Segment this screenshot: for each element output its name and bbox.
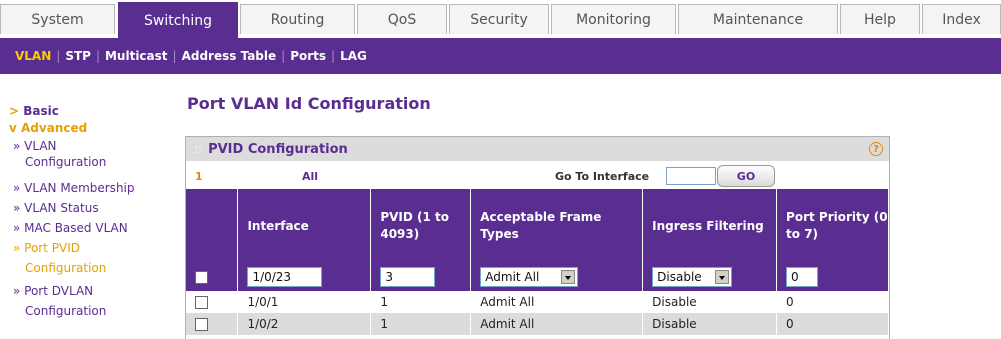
go-to-interface-label: Go To Interface xyxy=(555,170,650,183)
ingress-filtering-column-header: Ingress Filtering xyxy=(642,189,778,263)
dropdown-arrow-icon[interactable] xyxy=(715,270,730,284)
pvid-table: Interface PVID (1 to 4093) Acceptable Fr… xyxy=(186,189,889,335)
frame-types-value: Admit All xyxy=(485,270,540,284)
row-checkbox[interactable] xyxy=(195,318,208,331)
tab-maintenance[interactable]: Maintenance xyxy=(678,4,838,34)
sidebar-item-label: » Port DVLAN xyxy=(13,284,94,298)
pvid-cell: 1 xyxy=(370,313,472,335)
all-link[interactable]: All xyxy=(302,170,318,183)
row-select-cell xyxy=(186,291,239,313)
row-checkbox[interactable] xyxy=(195,296,208,309)
edit-row-select-cell xyxy=(186,263,239,291)
edit-row-priority-cell xyxy=(776,263,889,291)
sidebar-advanced[interactable]: v Advanced xyxy=(9,121,87,135)
interface-cell: 1/0/1 xyxy=(237,291,372,313)
ingress-filtering-select[interactable]: Disable xyxy=(652,267,733,287)
edit-row: Admit All Disable xyxy=(186,263,889,291)
port-priority-input[interactable] xyxy=(786,267,819,287)
ingress-filtering-value: Disable xyxy=(657,270,702,284)
port-priority-cell: 0 xyxy=(776,313,889,335)
interface-cell: 1/0/2 xyxy=(237,313,372,335)
pvid-cell: 1 xyxy=(370,291,472,313)
tab-index[interactable]: Index xyxy=(922,4,1001,34)
row-select-cell xyxy=(186,313,239,335)
sidebar-item-label-cont: Configuration xyxy=(25,261,107,275)
subnav-address-table[interactable]: Address Table xyxy=(177,49,282,63)
tab-security[interactable]: Security xyxy=(449,4,549,34)
tab-switching[interactable]: Switching xyxy=(118,2,238,38)
select-column-header xyxy=(186,189,239,263)
sidebar-item-label: » Port PVID xyxy=(13,241,80,255)
sidebar: > Basic v Advanced » VLAN Configuration … xyxy=(0,74,175,339)
grip-icon: :: xyxy=(194,142,203,156)
sidebar-item-mac-based-vlan[interactable]: » MAC Based VLAN xyxy=(13,220,128,236)
subnav-vlan[interactable]: VLAN xyxy=(10,49,56,63)
frame-types-column-header: Acceptable Frame Types xyxy=(470,189,644,263)
sidebar-item-vlan-configuration[interactable]: » VLAN Configuration xyxy=(13,138,106,170)
sidebar-item-port-pvid-configuration[interactable]: » Port PVID Configuration xyxy=(13,240,106,276)
sidebar-item-label-cont: Configuration xyxy=(25,304,107,318)
interface-input[interactable] xyxy=(247,267,323,287)
pvid-configuration-panel: :: PVID Configuration ? 1 All Go To Inte… xyxy=(185,136,890,339)
tab-system[interactable]: System xyxy=(0,4,115,34)
dropdown-arrow-icon[interactable] xyxy=(561,270,576,284)
top-nav: System Switching Routing QoS Security Mo… xyxy=(0,0,1001,38)
page-title: Port VLAN Id Configuration xyxy=(187,94,431,113)
port-priority-column-header: Port Priority (0 to 7) xyxy=(776,189,889,263)
chevron-right-icon: > xyxy=(9,104,20,118)
go-to-interface-input[interactable] xyxy=(666,167,716,185)
sidebar-basic[interactable]: > Basic xyxy=(9,104,59,118)
go-button[interactable]: GO xyxy=(717,165,775,187)
table-header-row: Interface PVID (1 to 4093) Acceptable Fr… xyxy=(186,189,889,263)
sidebar-basic-label: Basic xyxy=(23,104,59,118)
sidebar-item-label-cont: Configuration xyxy=(25,155,107,169)
frame-types-cell: Admit All xyxy=(470,313,644,335)
table-row: 1/0/1 1 Admit All Disable 0 xyxy=(186,291,889,313)
interface-column-header: Interface xyxy=(237,189,372,263)
port-priority-cell: 0 xyxy=(776,291,889,313)
sidebar-item-vlan-membership[interactable]: » VLAN Membership xyxy=(13,180,135,196)
panel-title: PVID Configuration xyxy=(208,141,348,157)
edit-row-interface-cell xyxy=(237,263,372,291)
pvid-column-header: PVID (1 to 4093) xyxy=(370,189,472,263)
pager-bar: 1 All Go To Interface GO xyxy=(186,162,889,189)
subnav-stp[interactable]: STP xyxy=(60,49,96,63)
pvid-input[interactable] xyxy=(380,267,436,287)
sidebar-advanced-label: Advanced xyxy=(21,121,88,135)
tab-qos[interactable]: QoS xyxy=(357,4,447,34)
subnav-lag[interactable]: LAG xyxy=(335,49,372,63)
edit-row-ingress-cell: Disable xyxy=(642,263,778,291)
subnav-multicast[interactable]: Multicast xyxy=(100,49,173,63)
chevron-down-icon: v xyxy=(9,121,17,135)
sidebar-item-vlan-status[interactable]: » VLAN Status xyxy=(13,200,99,216)
tab-routing[interactable]: Routing xyxy=(240,4,355,34)
help-icon[interactable]: ? xyxy=(869,142,883,156)
sub-nav: VLAN | STP | Multicast | Address Table |… xyxy=(0,38,1001,74)
sidebar-item-port-dvlan-configuration[interactable]: » Port DVLAN Configuration xyxy=(13,283,106,319)
ingress-filtering-cell: Disable xyxy=(642,313,778,335)
tab-monitoring[interactable]: Monitoring xyxy=(551,4,676,34)
edit-row-frame-types-cell: Admit All xyxy=(470,263,644,291)
subnav-ports[interactable]: Ports xyxy=(285,49,331,63)
sidebar-item-label: » VLAN xyxy=(13,139,57,153)
table-row: 1/0/2 1 Admit All Disable 0 xyxy=(186,313,889,335)
edit-row-pvid-cell xyxy=(370,263,472,291)
ingress-filtering-cell: Disable xyxy=(642,291,778,313)
frame-types-cell: Admit All xyxy=(470,291,644,313)
frame-types-select[interactable]: Admit All xyxy=(480,267,579,287)
page-number-link[interactable]: 1 xyxy=(195,170,203,183)
panel-header: :: PVID Configuration ? xyxy=(186,137,889,161)
tab-help[interactable]: Help xyxy=(840,4,920,34)
edit-row-checkbox[interactable] xyxy=(195,271,208,284)
